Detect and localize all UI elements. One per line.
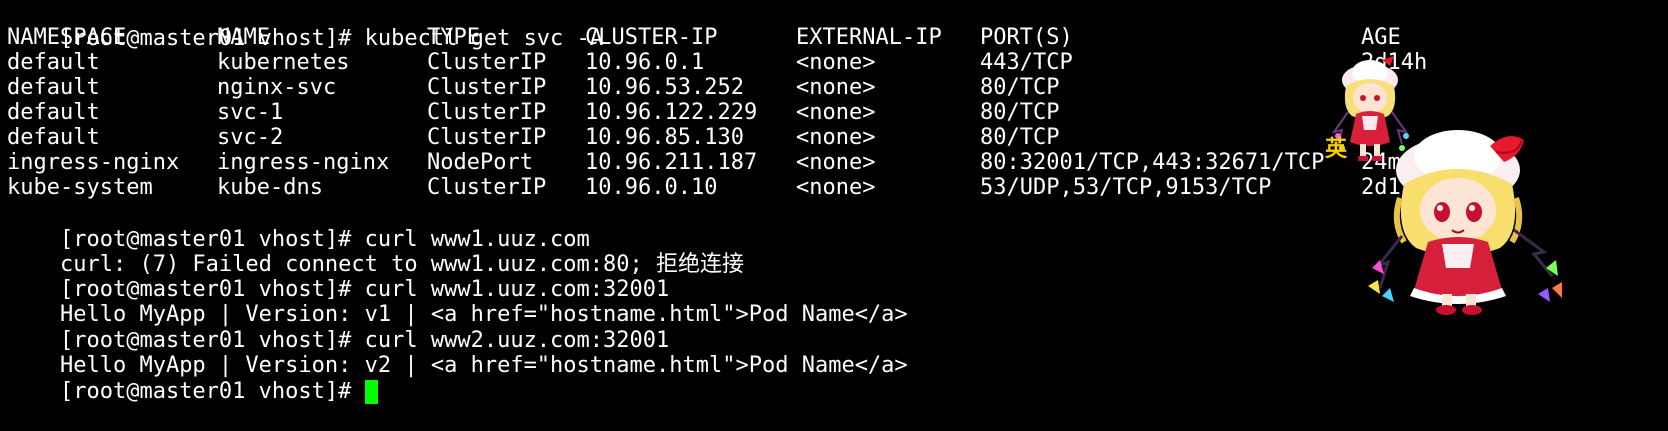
cell-cluster-ip: 10.96.85.130	[585, 125, 744, 150]
terminal-active-line[interactable]: [root@master01 vhost]#	[7, 353, 378, 404]
cell-name: kubernetes	[217, 50, 350, 75]
svc-table-header: NAMESPACE NAME TYPE CLUSTER-IP EXTERNAL-…	[7, 25, 1507, 51]
table-row: default svc-1 ClusterIP 10.96.122.229 <n…	[7, 100, 1507, 126]
table-row: default kubernetes ClusterIP 10.96.0.1 <…	[7, 50, 1507, 76]
cell-type: ClusterIP	[427, 175, 547, 200]
terminal-window[interactable]: [root@master01 vhost]# kubectl get svc -…	[0, 0, 1668, 410]
cell-namespace: kube-system	[7, 175, 153, 200]
cell-type: NodePort	[427, 150, 533, 175]
ime-indicator: 英	[1325, 137, 1348, 162]
cell-namespace: default	[7, 125, 100, 150]
terminal-line-curl-3: [root@master01 vhost]# curl www2.uuz.com…	[7, 302, 669, 353]
terminal-line-curl-1: [root@master01 vhost]# curl www1.uuz.com	[7, 201, 590, 252]
cell-namespace: default	[7, 50, 100, 75]
cell-ports: 80:32001/TCP,443:32671/TCP	[980, 150, 1325, 175]
header-ports: PORT(S)	[980, 25, 1073, 50]
cell-type: ClusterIP	[427, 125, 547, 150]
cell-external-ip: <none>	[796, 125, 876, 150]
cell-external-ip: <none>	[796, 75, 876, 100]
shell-prompt: [root@master01 vhost]#	[59, 379, 365, 404]
cell-ports: 80/TCP	[980, 125, 1060, 150]
terminal-output-curl-2: Hello MyApp | Version: v1 | <a href="hos…	[7, 276, 908, 327]
table-row: kube-system kube-dns ClusterIP 10.96.0.1…	[7, 175, 1507, 201]
cell-name: svc-2	[217, 125, 284, 150]
cell-external-ip: <none>	[796, 150, 876, 175]
cell-namespace: ingress-nginx	[7, 150, 180, 175]
cell-ports: 53/UDP,53/TCP,9153/TCP	[980, 175, 1272, 200]
terminal-line-get-svc: [root@master01 vhost]# kubectl get svc -…	[7, 0, 603, 51]
cell-ports: 80/TCP	[980, 100, 1060, 125]
table-row: default nginx-svc ClusterIP 10.96.53.252…	[7, 75, 1507, 101]
mascot-large-sticker	[1368, 130, 1562, 315]
header-name: NAME	[217, 25, 270, 50]
cell-cluster-ip: 10.96.0.10	[585, 175, 718, 200]
header-external-ip: EXTERNAL-IP	[796, 25, 942, 50]
cell-namespace: default	[7, 100, 100, 125]
header-namespace: NAMESPACE	[7, 25, 127, 50]
cell-type: ClusterIP	[427, 75, 547, 100]
header-age: AGE	[1361, 25, 1401, 50]
cell-type: ClusterIP	[427, 50, 547, 75]
cell-cluster-ip: 10.96.122.229	[585, 100, 758, 125]
cell-name: ingress-nginx	[217, 150, 390, 175]
table-row: default svc-2 ClusterIP 10.96.85.130 <no…	[7, 125, 1507, 151]
cell-ports: 80/TCP	[980, 75, 1060, 100]
cell-namespace: default	[7, 75, 100, 100]
terminal-output-curl-3: Hello MyApp | Version: v2 | <a href="hos…	[7, 327, 908, 378]
cell-cluster-ip: 10.96.0.1	[585, 50, 705, 75]
header-cluster-ip: CLUSTER-IP	[585, 25, 718, 50]
cell-cluster-ip: 10.96.211.187	[585, 150, 758, 175]
terminal-line-curl-2: [root@master01 vhost]# curl www1.uuz.com…	[7, 251, 669, 302]
cell-name: kube-dns	[217, 175, 323, 200]
cell-external-ip: <none>	[796, 50, 876, 75]
terminal-output-curl-1: curl: (7) Failed connect to www1.uuz.com…	[7, 226, 744, 277]
text-cursor	[364, 380, 378, 404]
cell-external-ip: <none>	[796, 175, 876, 200]
cell-ports: 443/TCP	[980, 50, 1073, 75]
cell-cluster-ip: 10.96.53.252	[585, 75, 744, 100]
table-row: ingress-nginx ingress-nginx NodePort 10.…	[7, 150, 1507, 176]
cell-name: svc-1	[217, 100, 284, 125]
cell-name: nginx-svc	[217, 75, 337, 100]
cell-type: ClusterIP	[427, 100, 547, 125]
cell-external-ip: <none>	[796, 100, 876, 125]
header-type: TYPE	[427, 25, 480, 50]
